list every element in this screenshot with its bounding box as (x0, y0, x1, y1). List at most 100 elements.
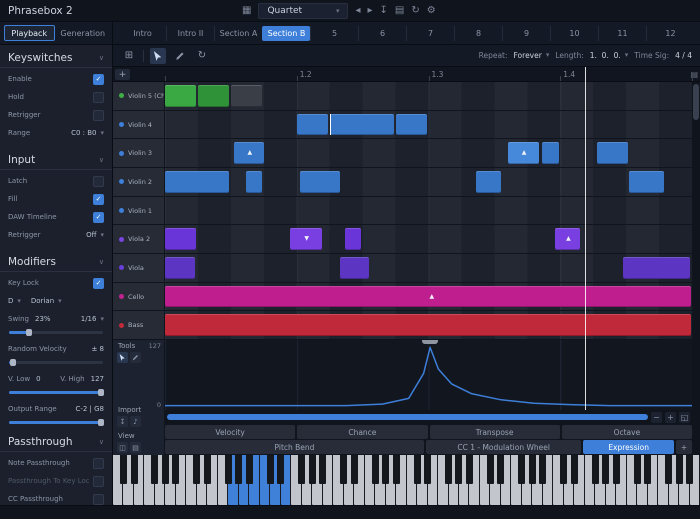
cc-tab-cc-1-modulation-wheel[interactable]: CC 1 - Modulation Wheel (426, 440, 581, 454)
import-file-icon[interactable]: ↧ (117, 416, 128, 427)
param-tab-chance[interactable]: Chance (297, 425, 427, 439)
zoom-out-button[interactable]: − (651, 412, 662, 423)
loop-tool[interactable]: ↻ (194, 48, 210, 64)
clip[interactable] (300, 171, 340, 193)
timeline-ruler[interactable]: + ▤ 1.21.31.4 (113, 67, 700, 82)
section-tab-12[interactable]: 12 (646, 26, 694, 41)
cc-tab-expression[interactable]: Expression (583, 440, 674, 454)
section-header[interactable]: Keyswitches∨ (0, 47, 112, 68)
piano-black-key[interactable] (539, 455, 546, 484)
checkbox-hold[interactable] (93, 92, 104, 103)
keyboard-icon[interactable]: ▦ (242, 6, 251, 16)
piano-black-key[interactable] (351, 455, 358, 484)
track-label[interactable]: Cello (113, 283, 165, 311)
piano-black-key[interactable] (424, 455, 431, 484)
piano-black-key[interactable] (571, 455, 578, 484)
slider-knob[interactable] (26, 329, 32, 336)
piano-black-key[interactable] (560, 455, 567, 484)
ruler-add-button[interactable]: + (115, 69, 130, 80)
dropdown-swing[interactable]: 1/16▾ (81, 315, 104, 323)
cc-tab-pitch-bend[interactable]: Pitch Bend (165, 440, 424, 454)
piano-black-key[interactable] (277, 455, 284, 484)
import-midi-icon[interactable]: ♪ (130, 416, 141, 427)
piano-black-key[interactable] (665, 455, 672, 484)
tab-generation[interactable]: Generation (58, 25, 109, 41)
slider-control[interactable] (9, 331, 103, 334)
piano-black-key[interactable] (414, 455, 421, 484)
section-tab-11[interactable]: 11 (598, 26, 646, 41)
piano-black-key[interactable] (445, 455, 452, 484)
checkbox-fill[interactable]: ✓ (93, 194, 104, 205)
clip[interactable] (165, 257, 195, 279)
piano-black-key[interactable] (120, 455, 127, 484)
piano-black-key[interactable] (592, 455, 599, 484)
piano-black-key[interactable] (686, 455, 693, 484)
zoom-in-button[interactable]: + (665, 412, 676, 423)
track-grid[interactable] (165, 82, 692, 110)
folder-icon[interactable]: ▤ (395, 6, 404, 16)
piano-black-key[interactable] (518, 455, 525, 484)
dropdown-range[interactable]: C0 : B0▾ (71, 129, 104, 137)
track-label[interactable]: Violin 5 (Ch 2) (113, 82, 165, 110)
section-tab-section-a[interactable]: Section A (214, 26, 262, 41)
section-header[interactable]: Modifiers∨ (0, 251, 112, 272)
clip[interactable]: ▲ (234, 142, 264, 164)
piano-black-key[interactable] (225, 455, 232, 484)
length-dropdown[interactable]: 1. 0. 0. ▾ (590, 51, 629, 60)
clip[interactable] (231, 85, 262, 107)
clip[interactable] (165, 85, 196, 107)
clip[interactable] (623, 257, 691, 279)
section-header[interactable]: Input∨ (0, 149, 112, 170)
piano-black-key[interactable] (644, 455, 651, 484)
slider-knob[interactable] (98, 419, 104, 426)
section-tab-5[interactable]: 5 (310, 26, 358, 41)
section-header[interactable]: Passthrough∨ (0, 431, 112, 452)
slider-knob[interactable] (10, 359, 16, 366)
clip[interactable] (198, 85, 229, 107)
piano-black-key[interactable] (497, 455, 504, 484)
clip[interactable]: ▲ (508, 142, 539, 164)
automation-pointer-tool[interactable] (117, 352, 128, 363)
section-tab-intro-ii[interactable]: Intro II (166, 26, 214, 41)
track-label[interactable]: Violin 1 (113, 197, 165, 225)
clip[interactable] (165, 228, 196, 250)
clip[interactable] (542, 142, 559, 164)
piano-black-key[interactable] (151, 455, 158, 484)
prev-preset-icon[interactable]: ◂ (355, 6, 360, 16)
timesig-value[interactable]: 4 / 4 (675, 51, 692, 60)
checkbox-enable[interactable]: ✓ (93, 74, 104, 85)
piano-black-key[interactable] (466, 455, 473, 484)
playhead[interactable] (585, 67, 586, 410)
view-split-icon[interactable]: ◫ (117, 442, 128, 453)
settings-gear-icon[interactable]: ⚙ (427, 6, 436, 16)
piano-black-key[interactable] (393, 455, 400, 484)
piano-black-key[interactable] (193, 455, 200, 484)
piano-black-key[interactable] (172, 455, 179, 484)
clip[interactable] (330, 114, 394, 136)
piano-black-key[interactable] (319, 455, 326, 484)
clip[interactable] (165, 171, 229, 193)
checkbox-retrigger[interactable] (93, 110, 104, 121)
clip[interactable]: ▲ (555, 228, 580, 250)
pointer-tool[interactable] (150, 48, 166, 64)
snap-grid-icon[interactable]: ⊞ (121, 48, 137, 64)
track-label[interactable]: Violin 3 (113, 139, 165, 167)
piano-black-key[interactable] (235, 455, 242, 484)
piano-black-key[interactable] (613, 455, 620, 484)
repeat-dropdown[interactable]: Forever ▾ (514, 51, 550, 60)
next-preset-icon[interactable]: ▸ (367, 6, 372, 16)
checkbox-note-passthrough[interactable] (93, 458, 104, 469)
vertical-scrollbar[interactable] (692, 82, 700, 340)
track-label[interactable]: Violin 4 (113, 111, 165, 139)
piano-black-key[interactable] (162, 455, 169, 484)
track-label[interactable]: Violin 2 (113, 168, 165, 196)
piano-black-key[interactable] (267, 455, 274, 484)
scale-dropdown[interactable]: Dorian▾ (31, 297, 62, 305)
expand-icon[interactable]: ◱ (679, 412, 690, 423)
track-grid[interactable]: ▲▲ (165, 139, 692, 167)
piano-black-key[interactable] (309, 455, 316, 484)
piano-black-key[interactable] (676, 455, 683, 484)
checkbox-passthrough-to-key-lock[interactable] (93, 476, 104, 487)
piano-black-key[interactable] (602, 455, 609, 484)
piano-black-key[interactable] (634, 455, 641, 484)
